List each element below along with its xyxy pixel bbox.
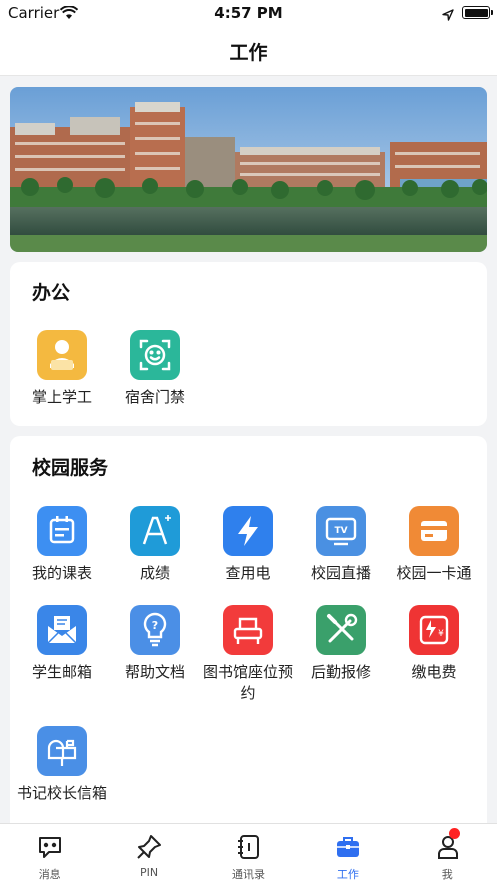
tab-label: 消息 [38,868,61,881]
pay-electricity-icon: ¥ [409,605,459,655]
app-check-electricity[interactable]: 查用电 [202,506,294,616]
app-label: 后勤报修 [310,663,371,681]
campus-section-title: 校园服务 [32,457,109,479]
office-section: 办公 掌上学工 宿舍门禁 [10,262,487,426]
app-label: 查用电 [225,564,271,582]
app-label: 图书馆座位预约 [202,663,293,702]
app-help-docs[interactable]: ? 帮助文档 [109,605,201,715]
contacts-icon [235,833,263,861]
tab-label: 我 [441,868,453,881]
nav-bar: 工作 [0,26,497,76]
tv-icon: TV [316,506,366,556]
app-label: 学生邮箱 [31,663,92,681]
office-section-title: 办公 [32,282,71,304]
battery-icon [462,6,493,19]
app-student-mail[interactable]: 学生邮箱 [16,605,108,715]
student-work-icon [37,330,87,380]
app-label: 校园一卡通 [396,564,472,582]
card-icon [409,506,459,556]
app-label: 校园直播 [310,564,371,582]
app-library-seat[interactable]: 图书馆座位预约 [202,605,294,715]
clock: 4:57 PM [214,4,283,22]
app-label: 宿舍门禁 [124,388,185,406]
grade-icon [130,506,180,556]
briefcase-icon [334,833,362,861]
schedule-icon [37,506,87,556]
svg-text:?: ? [152,619,158,632]
page-title: 工作 [229,42,268,64]
mail-icon [37,605,87,655]
repair-tools-icon [316,605,366,655]
library-seat-icon [223,605,273,655]
tab-label: 通讯录 [231,868,265,881]
status-bar: Carrier 4:57 PM [0,0,497,26]
message-icon [36,833,64,861]
help-bulb-icon: ? [130,605,180,655]
pin-icon [135,833,163,861]
electricity-icon [223,506,273,556]
app-grades[interactable]: 成绩 [109,506,201,616]
app-label: 缴电费 [411,663,457,681]
tab-pin[interactable]: PIN [99,824,198,883]
campus-services-section: 校园服务 我的课表 成绩 查用电 TV 校园直播 校园一卡通 学生邮箱 ? 帮助… [10,436,487,836]
tab-label: PIN [140,866,159,879]
app-president-mailbox[interactable]: 书记校长信箱 [16,726,108,836]
tab-contacts[interactable]: 通讯录 [199,824,298,883]
svg-text:¥: ¥ [438,629,444,639]
tab-label: 工作 [336,868,359,881]
app-student-work[interactable]: 掌上学工 [16,330,108,440]
svg-text:TV: TV [334,526,347,536]
campus-banner-image[interactable] [10,87,487,252]
app-label: 我的课表 [31,564,92,582]
app-label: 帮助文档 [124,663,185,681]
face-scan-icon [130,330,180,380]
app-my-schedule[interactable]: 我的课表 [16,506,108,616]
mailbox-icon [37,726,87,776]
notification-badge [449,828,460,839]
app-dorm-access[interactable]: 宿舍门禁 [109,330,201,440]
tab-bar: 消息 PIN 通讯录 工作 我 [0,823,497,883]
app-label: 成绩 [139,564,170,582]
tab-work[interactable]: 工作 [298,824,397,883]
app-label: 书记校长信箱 [16,784,107,802]
location-arrow-icon [442,6,454,25]
tab-me[interactable]: 我 [398,824,497,883]
app-pay-electricity[interactable]: ¥ 缴电费 [388,605,480,715]
app-label: 掌上学工 [31,388,92,406]
app-campus-card[interactable]: 校园一卡通 [388,506,480,616]
app-campus-live[interactable]: TV 校园直播 [295,506,387,616]
tab-messages[interactable]: 消息 [0,824,99,883]
app-logistics-repair[interactable]: 后勤报修 [295,605,387,715]
